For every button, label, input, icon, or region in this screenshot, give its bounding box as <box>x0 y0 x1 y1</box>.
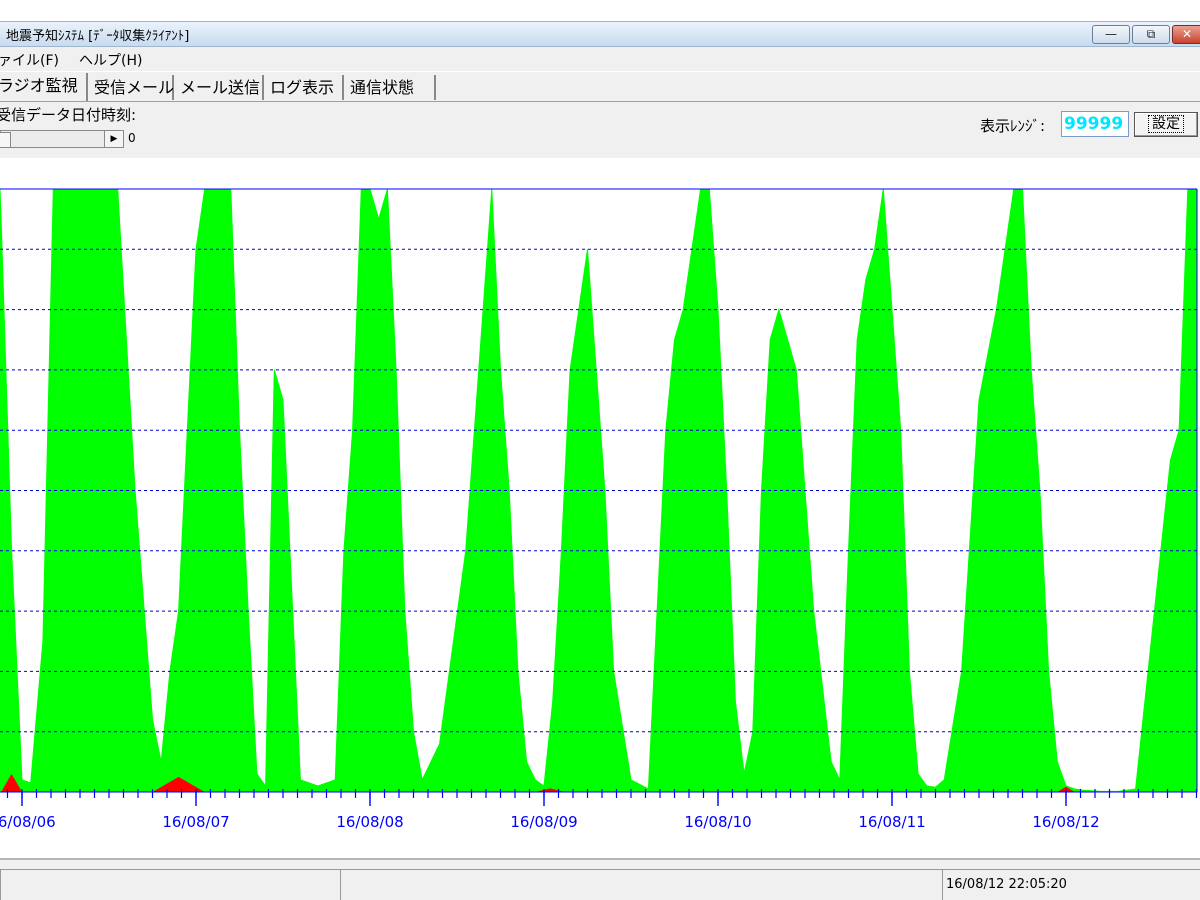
time-scrollbar[interactable]: ▶ <box>0 130 124 148</box>
display-range-input[interactable]: 99999 <box>1061 111 1129 137</box>
tab-send-mail[interactable]: メール送信 <box>176 75 264 100</box>
x-tick-label-1: 16/08/07 <box>162 813 229 831</box>
status-datetime: 16/08/12 22:05:20 <box>946 877 1067 892</box>
x-tick-label-0: 16/08/06 <box>0 813 56 831</box>
x-tick-label-6: 16/08/12 <box>1032 813 1099 831</box>
status-bar: 16/08/12 22:05:20 <box>0 858 1200 900</box>
scrollbar-thumb[interactable] <box>0 132 11 148</box>
window-title: 地震予知ｼｽﾃﾑ [ﾃﾞｰﾀ収集ｸﾗｲｱﾝﾄ] <box>6 29 190 44</box>
tab-strip: ラジオ監視 受信メール メール送信 ログ表示 通信状態 <box>0 72 1200 102</box>
menu-help[interactable]: ヘルプ(H) <box>79 50 142 70</box>
maximize-button[interactable]: ⧉ <box>1132 25 1170 44</box>
close-button[interactable]: ✕ <box>1172 25 1200 44</box>
status-pane-2 <box>340 869 942 900</box>
tab-received-mail[interactable]: 受信メール <box>90 75 174 100</box>
scroll-right-arrow-icon[interactable]: ▶ <box>104 131 123 147</box>
scroll-value: 0 <box>128 131 136 145</box>
toolbar: 受信データ日付時刻: ▶ 0 表示ﾚﾝｼﾞ: 99999 設定 <box>0 102 1200 158</box>
menu-file[interactable]: ァイル(F) <box>0 50 59 70</box>
status-pane-1 <box>0 869 340 900</box>
tab-radio-monitor[interactable]: ラジオ監視 <box>0 73 88 101</box>
title-bar: 地震予知ｼｽﾃﾑ [ﾃﾞｰﾀ収集ｸﾗｲｱﾝﾄ] — ⧉ ✕ <box>0 21 1200 47</box>
x-tick-label-5: 16/08/11 <box>858 813 925 831</box>
tab-connection-status[interactable]: 通信状態 <box>346 75 436 100</box>
x-tick-label-3: 16/08/09 <box>510 813 577 831</box>
minimize-button[interactable]: — <box>1092 25 1130 44</box>
x-tick-label-4: 16/08/10 <box>684 813 751 831</box>
received-datetime-label: 受信データ日付時刻: <box>0 106 137 124</box>
menu-bar: ァイル(F) ヘルプ(H) <box>0 47 1200 71</box>
signal-chart: 16/08/06 16/08/07 16/08/08 16/08/09 16/08/10… <box>0 188 1198 831</box>
x-tick-label-2: 16/08/08 <box>336 813 403 831</box>
set-button-label: 設定 <box>1148 115 1184 133</box>
set-button[interactable]: 設定 <box>1134 112 1198 137</box>
tab-log-view[interactable]: ログ表示 <box>266 75 344 100</box>
display-range-label: 表示ﾚﾝｼﾞ: <box>980 117 1046 135</box>
